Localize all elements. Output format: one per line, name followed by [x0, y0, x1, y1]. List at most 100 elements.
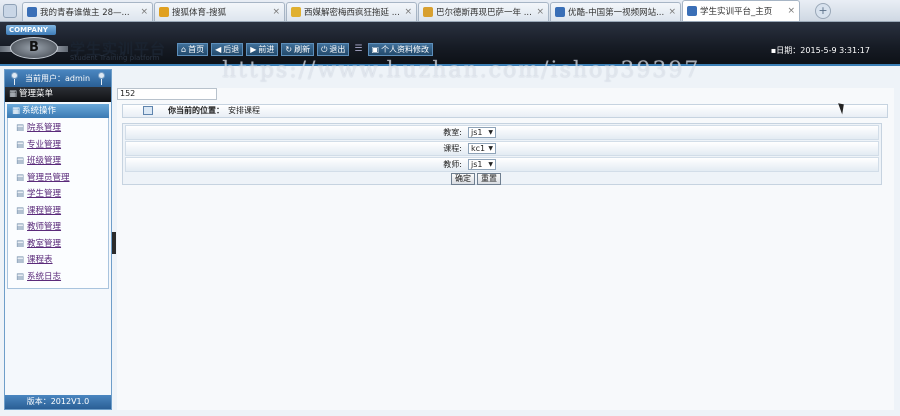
power-icon: ⏻: [321, 45, 328, 54]
form-row-course: 课程: kc1 ▼: [125, 141, 879, 156]
browser-tab-label: 搜狐体育-搜狐: [172, 8, 227, 18]
document-icon: ▤: [16, 156, 25, 166]
logo: B: [10, 37, 58, 59]
confirm-button[interactable]: 确定: [451, 173, 475, 185]
location-label: 你当前的位置：: [168, 106, 224, 115]
document-icon: ▤: [16, 189, 25, 199]
document-icon: ▤: [16, 238, 25, 249]
form-row-classroom: 教室: js1 ▼: [125, 125, 879, 140]
home-button[interactable]: ⌂ 首页: [177, 43, 209, 56]
close-icon[interactable]: ×: [140, 7, 148, 17]
forward-button[interactable]: ▶ 前进: [246, 43, 279, 56]
sidebar-menu-item-label: 班级管理: [27, 156, 62, 166]
document-icon: ▤: [16, 255, 25, 265]
refresh-icon: ↻: [285, 45, 293, 54]
sidebar-menu-item-label: 教师管理: [27, 222, 62, 232]
sidebar-menu-item[interactable]: ▤ 班级管理: [8, 153, 108, 170]
browser-tab[interactable]: 优酷-中国第一视频网站... ×: [550, 2, 681, 21]
version-label: 版本：2012V1.0: [5, 395, 111, 409]
browser-tab[interactable]: 我的青春谁做主 28—... ×: [22, 2, 153, 21]
sidebar: 当前用户：admin ▦ 管理菜单 ▦ 系统操作 ▤ 院系管理 ▤ 专业管理 ▤ 班级管理 ▤ 管…: [4, 69, 112, 410]
favicon-icon: [27, 7, 37, 17]
sidebar-menu-item-label: 课程管理: [27, 205, 62, 216]
document-icon: ▤: [16, 172, 25, 183]
browser-tab[interactable]: 巴尔德斯再现巴萨一年 ... ×: [418, 2, 549, 21]
back-icon: ◀: [215, 45, 222, 54]
close-icon[interactable]: ×: [787, 6, 795, 16]
chevron-down-icon: ▼: [488, 161, 493, 168]
logout-button[interactable]: ⏻ 退出: [317, 43, 350, 56]
sidebar-menu-item[interactable]: ▤ 学生管理: [8, 186, 108, 203]
document-icon: ▤: [16, 222, 25, 232]
document-icon: ▤: [16, 123, 25, 133]
form-buttons: 确定 重置: [125, 173, 879, 187]
grid-icon: ▦: [9, 89, 18, 99]
sidebar-menu-item[interactable]: ▤ 管理员管理: [8, 170, 108, 187]
teacher-select[interactable]: js1 ▼: [468, 159, 496, 170]
profile-edit-button[interactable]: ▣ 个人资料修改: [367, 43, 434, 56]
reset-button[interactable]: 重置: [477, 173, 501, 185]
sidebar-menu-item[interactable]: ▤ 课程管理: [8, 203, 108, 220]
nav-toolbar: ⌂ 首页 ◀ 后退 ▶ 前进 ↻ 刷新 ⏻ 退出 ☰ ▣ 个人资料修改: [177, 43, 434, 56]
refresh-button[interactable]: ↻ 刷新: [281, 43, 315, 56]
window-icon: [143, 106, 153, 115]
document-icon: ▤: [16, 271, 25, 282]
current-user-bar: 当前用户：admin: [5, 70, 111, 87]
sidebar-menu-item[interactable]: ▤ 院系管理: [8, 120, 108, 137]
browser-tab[interactable]: 学生实训平台_主页 ×: [682, 0, 800, 21]
section-system-operations[interactable]: ▦ 系统操作: [7, 104, 109, 118]
favicon-icon: [555, 7, 565, 17]
sidebar-menu-item[interactable]: ▤ 课程表: [8, 252, 108, 269]
sidebar-menu-item-label: 课程表: [27, 255, 53, 265]
classroom-label: 教室:: [443, 128, 462, 137]
close-icon[interactable]: ×: [404, 7, 412, 17]
document-icon: ▤: [16, 139, 25, 150]
close-icon[interactable]: ×: [668, 7, 676, 17]
menu-header[interactable]: ▦ 管理菜单: [5, 87, 111, 102]
close-icon[interactable]: ×: [272, 7, 280, 17]
new-tab-button[interactable]: +: [815, 3, 831, 19]
back-button[interactable]: ◀ 后退: [211, 43, 244, 56]
browser-tab-label: 学生实训平台_主页: [700, 7, 773, 17]
browser-tab-label: 巴尔德斯再现巴萨一年 ...: [436, 8, 532, 18]
document-icon: ▤: [16, 205, 25, 216]
sidebar-menu-list: ▤ 院系管理 ▤ 专业管理 ▤ 班级管理 ▤ 管理员管理 ▤ 学生管理 ▤ 课程管理 ▤ 教师管理 ▤ 教室管…: [7, 118, 109, 289]
close-icon[interactable]: ×: [536, 7, 544, 17]
browser-tab-strip: 我的青春谁做主 28—... × 搜狐体育-搜狐 × 西媒解密梅西疯狂拖延 ... × 巴尔…: [0, 0, 900, 22]
sidebar-menu-item[interactable]: ▤ 系统日志: [8, 269, 108, 286]
browser-tab[interactable]: 西媒解密梅西疯狂拖延 ... ×: [286, 2, 417, 21]
sidebar-menu-item[interactable]: ▤ 教室管理: [8, 236, 108, 253]
forward-icon: ▶: [250, 45, 257, 54]
browser-tab-label: 我的青春谁做主 28—...: [40, 8, 130, 18]
sidebar-menu-item-label: 系统日志: [27, 271, 62, 282]
current-user-label: 当前用户：admin: [25, 74, 91, 83]
sidebar-menu-item-label: 教室管理: [27, 238, 62, 249]
sidebar-menu-item[interactable]: ▤ 专业管理: [8, 137, 108, 154]
browser-tab[interactable]: 搜狐体育-搜狐 ×: [154, 2, 285, 21]
main-content: 152 你当前的位置： 安排课程 教室: js1 ▼ 课程: kc1 ▼ 教师: js…: [117, 88, 894, 410]
favicon-icon: [159, 7, 169, 17]
profile-icon: ▣: [371, 45, 380, 54]
sidebar-menu-item[interactable]: ▤ 教师管理: [8, 219, 108, 236]
section-icon: ▦: [12, 106, 21, 116]
course-select[interactable]: kc1 ▼: [468, 143, 496, 154]
chevron-down-icon: ▼: [488, 145, 493, 152]
browser-menu-icon[interactable]: [3, 4, 17, 18]
brand-subtitle: Student Training platform: [70, 54, 160, 62]
location-bar: 你当前的位置： 安排课程: [122, 104, 888, 118]
home-icon: ⌂: [181, 45, 187, 54]
counter-field: 152: [117, 88, 217, 100]
sidebar-menu-item-label: 学生管理: [27, 189, 62, 199]
favicon-icon: [687, 6, 697, 16]
sidebar-collapse-handle[interactable]: [112, 232, 116, 254]
pin-icon: [98, 72, 105, 85]
company-label: COMPANY: [6, 25, 56, 35]
pin-icon: [11, 72, 18, 85]
course-label: 课程:: [443, 144, 462, 153]
location-value: 安排课程: [228, 106, 260, 115]
teacher-label: 教师:: [443, 160, 462, 169]
form-row-teacher: 教师: js1 ▼: [125, 157, 879, 172]
app-header: COMPANY B 学生实训平台 Student Training platfo…: [0, 22, 900, 66]
favicon-icon: [291, 7, 301, 17]
classroom-select[interactable]: js1 ▼: [468, 127, 496, 138]
